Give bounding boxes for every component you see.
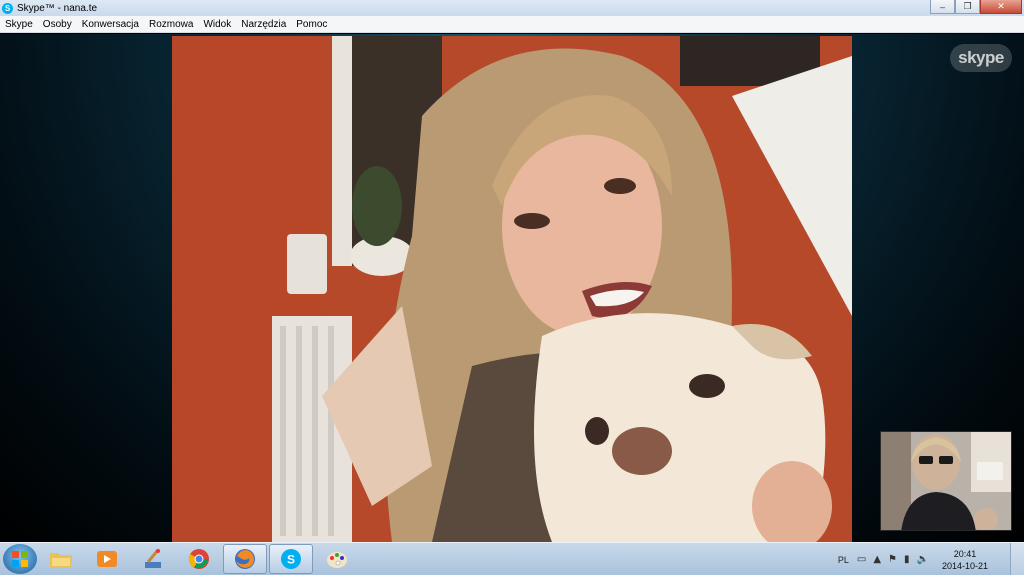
clock-time: 20:41 bbox=[953, 548, 977, 559]
taskbar-firefox[interactable] bbox=[223, 544, 267, 574]
keyboard-icon[interactable]: ▭ bbox=[857, 554, 866, 565]
chrome-icon bbox=[188, 549, 209, 569]
clock-date: 2014-10-21 bbox=[941, 560, 988, 571]
clock[interactable]: 20:41 2014-10-21 bbox=[942, 548, 988, 572]
window-controls: – ❐ ✕ bbox=[930, 0, 1022, 14]
remote-video-image bbox=[172, 36, 852, 542]
media-player-icon bbox=[97, 551, 117, 567]
skype-app-icon: S bbox=[2, 2, 13, 14]
menu-rozmowa[interactable]: Rozmowa bbox=[144, 19, 198, 30]
taskbar-media-player[interactable] bbox=[85, 544, 129, 574]
skype-icon: S bbox=[281, 549, 301, 569]
title-bar: S Skype™ - nana.te – ❐ ✕ bbox=[0, 0, 1024, 16]
network-icon[interactable]: ▮ bbox=[904, 554, 910, 565]
menu-pomoc[interactable]: Pomoc bbox=[291, 19, 332, 30]
paint-brush-icon bbox=[145, 549, 161, 568]
taskbar: S PL ▭ ▲ ⚑ ▮ 🔈 20:41 2014-10-21 bbox=[0, 542, 1024, 575]
skype-watermark-logo: skype bbox=[950, 44, 1012, 72]
system-tray: PL ▭ ▲ ⚑ ▮ 🔈 20:41 2014-10-21 bbox=[838, 543, 1024, 575]
menu-widok[interactable]: Widok bbox=[198, 19, 236, 30]
maximize-button[interactable]: ❐ bbox=[955, 0, 980, 14]
firefox-icon bbox=[235, 549, 255, 569]
menu-konwersacja[interactable]: Konwersacja bbox=[77, 19, 144, 30]
close-button[interactable]: ✕ bbox=[980, 0, 1022, 14]
language-indicator[interactable]: PL bbox=[838, 555, 849, 565]
menu-skype[interactable]: Skype bbox=[0, 19, 38, 30]
taskbar-paint[interactable] bbox=[315, 544, 359, 574]
start-button[interactable] bbox=[3, 544, 37, 574]
svg-text:S: S bbox=[287, 553, 295, 567]
taskbar-paint-app[interactable] bbox=[131, 544, 175, 574]
self-video-preview[interactable] bbox=[880, 431, 1012, 531]
show-hidden-icons-icon[interactable]: ▲ bbox=[873, 554, 881, 565]
show-desktop-button[interactable] bbox=[1010, 543, 1024, 575]
remote-video-feed[interactable] bbox=[172, 36, 852, 542]
menu-bar: Skype Osoby Konwersacja Rozmowa Widok Na… bbox=[0, 16, 1024, 33]
taskbar-skype[interactable]: S bbox=[269, 544, 313, 574]
folder-icon bbox=[50, 553, 72, 568]
self-video-image bbox=[881, 432, 1011, 530]
window-title: Skype™ - nana.te bbox=[17, 2, 98, 14]
minimize-button[interactable]: – bbox=[930, 0, 955, 14]
menu-narzedzia[interactable]: Narzędzia bbox=[236, 19, 291, 30]
taskbar-explorer[interactable] bbox=[39, 544, 83, 574]
windows-logo-icon bbox=[12, 551, 28, 567]
menu-osoby[interactable]: Osoby bbox=[38, 19, 77, 30]
volume-icon[interactable]: 🔈 bbox=[917, 554, 929, 565]
taskbar-chrome[interactable] bbox=[177, 544, 221, 574]
palette-icon bbox=[327, 552, 347, 568]
call-area: skype bbox=[0, 34, 1024, 542]
action-center-icon[interactable]: ⚑ bbox=[888, 554, 897, 565]
